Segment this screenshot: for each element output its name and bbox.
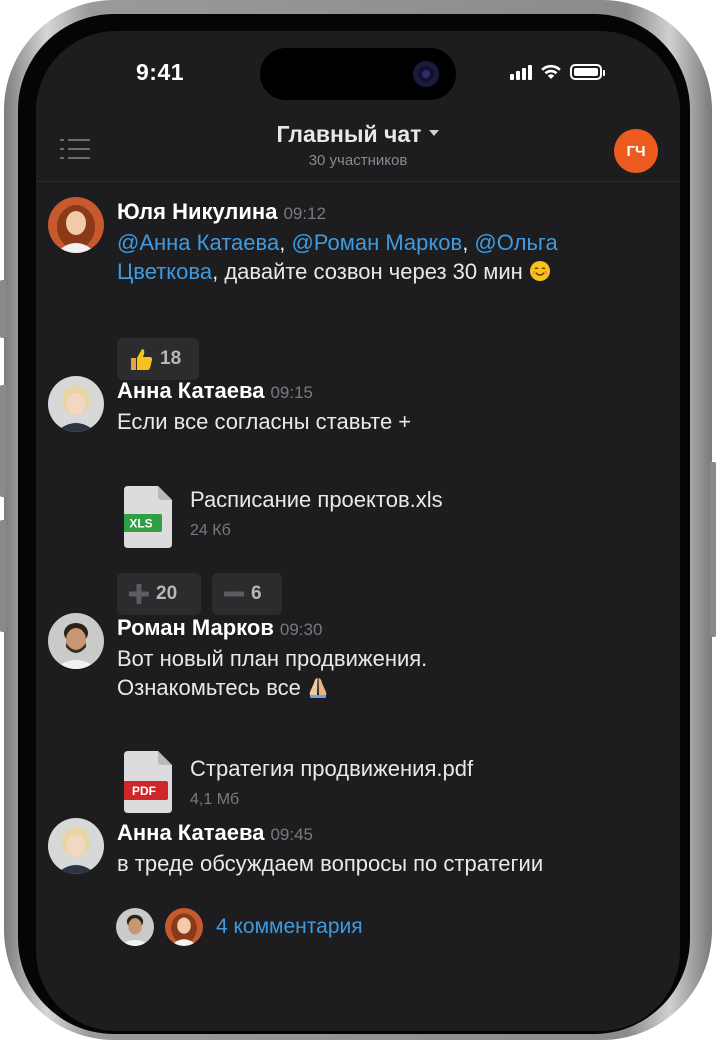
side-button-power xyxy=(710,462,716,637)
text-separator: , xyxy=(279,230,292,255)
message-author[interactable]: Юля Никулина xyxy=(117,199,277,224)
avatar[interactable] xyxy=(48,613,104,669)
status-bar: 9:41 xyxy=(36,31,680,111)
chat-title-text: Главный чат xyxy=(276,121,422,147)
status-icons xyxy=(510,61,605,83)
minus-icon xyxy=(224,591,244,597)
chevron-down-icon xyxy=(429,129,440,136)
avatar[interactable] xyxy=(48,818,104,874)
reaction-plus[interactable]: 20 xyxy=(117,573,201,615)
plus-icon xyxy=(129,584,149,604)
xls-file-icon[interactable]: XLS xyxy=(124,486,172,548)
message-text-line: Вот новый план продвижения. xyxy=(117,646,428,671)
side-button-volume-up xyxy=(0,385,6,497)
mention-link[interactable]: @Роман Марков xyxy=(291,230,462,255)
thumbs-up-icon xyxy=(131,349,153,370)
screen: 9:41 Главный чат 30 участников ГЧ Юля Ни… xyxy=(36,31,680,1031)
chat-header: Главный чат 30 участников ГЧ xyxy=(36,111,680,182)
message-time: 09:12 xyxy=(283,204,327,223)
message-time: 09:15 xyxy=(270,383,314,402)
avatar[interactable] xyxy=(48,197,104,253)
message-text-line: Ознакомьтесь все xyxy=(117,673,657,702)
smiling-face-icon xyxy=(529,261,550,281)
file-type-label: PDF xyxy=(132,784,156,798)
file-type-label: XLS xyxy=(129,517,152,531)
thread-participant-avatar xyxy=(116,908,154,946)
battery-icon xyxy=(570,64,605,80)
message-text: Вот новый план продвижения. Ознакомьтесь… xyxy=(117,644,657,702)
thread-participant-avatar xyxy=(165,908,203,946)
file-name[interactable]: Стратегия продвижения.pdf xyxy=(190,756,473,782)
text-separator: , xyxy=(462,230,475,255)
message-author[interactable]: Анна Катаева xyxy=(117,820,264,845)
message-text: в треде обсуждаем вопросы по стратегии xyxy=(117,851,544,876)
message-time: 09:30 xyxy=(279,620,323,639)
chat-participants-count: 30 участников xyxy=(308,152,408,169)
dynamic-island xyxy=(260,48,456,100)
file-name[interactable]: Расписание проектов.xls xyxy=(190,487,443,513)
reaction-minus[interactable]: 6 xyxy=(212,573,282,615)
reaction-count: 6 xyxy=(251,583,262,604)
side-button-action xyxy=(0,280,6,338)
file-size: 24 Кб xyxy=(190,522,231,539)
cellular-signal-icon xyxy=(510,64,532,80)
wifi-icon xyxy=(541,64,561,79)
message-author[interactable]: Анна Катаева xyxy=(117,378,264,403)
avatar[interactable] xyxy=(48,376,104,432)
front-camera-icon xyxy=(413,61,439,87)
chat-title[interactable]: Главный чат xyxy=(36,121,680,148)
mention-link[interactable]: @Анна Катаева xyxy=(117,230,279,255)
file-size: 4,1 Мб xyxy=(190,791,240,808)
status-time: 9:41 xyxy=(136,59,185,85)
message-time: 09:45 xyxy=(270,825,314,844)
reaction-thumbs-up[interactable]: 18 xyxy=(117,338,199,380)
thread-comments-link[interactable]: 4 комментария xyxy=(216,915,363,939)
message-text: @Анна Катаева, @Роман Марков, @Ольга Цве… xyxy=(117,228,657,286)
message-author[interactable]: Роман Марков xyxy=(117,615,274,640)
reaction-count: 18 xyxy=(160,348,182,369)
message-text-rest: , давайте созвон через 30 мин xyxy=(212,259,523,284)
pdf-file-icon[interactable]: PDF xyxy=(124,751,172,813)
chat-avatar[interactable]: ГЧ xyxy=(614,129,658,173)
message-text: Если все согласны ставьте + xyxy=(117,409,412,434)
folded-hands-icon xyxy=(309,678,327,698)
reaction-count: 20 xyxy=(156,583,178,604)
side-button-volume-down xyxy=(0,520,6,632)
